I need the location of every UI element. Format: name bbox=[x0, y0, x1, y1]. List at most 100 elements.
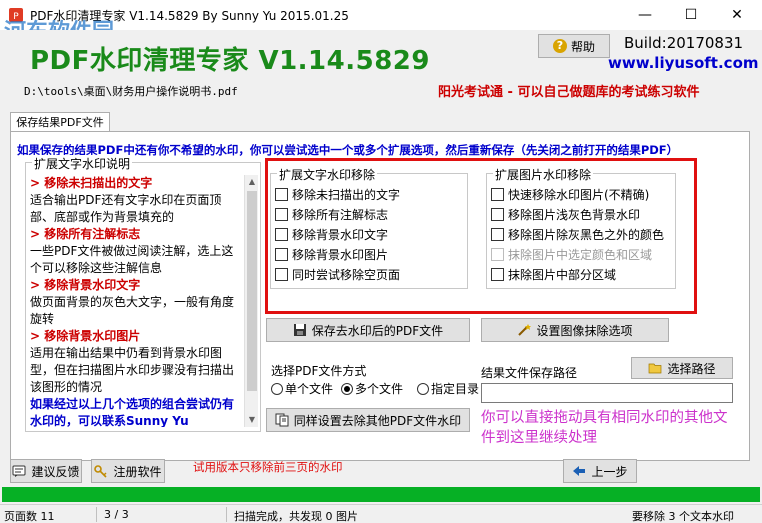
save-path-label: 结果文件保存路径 bbox=[481, 366, 578, 380]
text-removal-group: 扩展文字水印移除 移除未扫描出的文字 移除所有注解标志 移除背景水印文字 移除背景水印… bbox=[270, 166, 468, 289]
checkbox[interactable] bbox=[275, 208, 288, 221]
same-settings-button[interactable]: 同样设置去除其他PDF文件水印 bbox=[266, 408, 470, 432]
text-removal-option[interactable]: 移除背景水印图片 bbox=[275, 246, 388, 263]
text-removal-option[interactable]: 同时尝试移除空页面 bbox=[275, 266, 400, 283]
image-removal-option[interactable]: 抹除图片中部分区域 bbox=[491, 266, 616, 283]
image-removal-option-label: 移除图片浅灰色背景水印 bbox=[508, 208, 641, 222]
register-button[interactable]: 注册软件 bbox=[91, 459, 165, 483]
feedback-button[interactable]: 建议反馈 bbox=[10, 459, 82, 483]
checkbox[interactable] bbox=[275, 268, 288, 281]
promo-link[interactable]: 阳光考试通 - 可以自己做题库的考试练习软件 bbox=[438, 81, 699, 100]
feedback-label: 建议反馈 bbox=[31, 464, 80, 479]
status-bar: 页面数 11 3 / 3 扫描完成，共发现 0 图片 要移除 3 个文本水印 bbox=[0, 504, 762, 523]
text-removal-option[interactable]: 移除所有注解标志 bbox=[275, 206, 388, 223]
status-remove: 要移除 3 个文本水印 bbox=[632, 510, 734, 523]
checkbox[interactable] bbox=[491, 208, 504, 221]
pdf-mode-option[interactable]: 单个文件 bbox=[271, 380, 333, 397]
radio-button[interactable] bbox=[341, 382, 353, 395]
folder-icon bbox=[649, 363, 662, 374]
tab-save-result[interactable]: 保存结果PDF文件 bbox=[10, 112, 110, 132]
choose-path-label: 选择路径 bbox=[667, 361, 716, 376]
explain-legend: 扩展文字水印说明 bbox=[32, 155, 133, 172]
explain-scrollbar[interactable]: ▲ ▼ bbox=[244, 175, 258, 427]
checkbox[interactable] bbox=[275, 228, 288, 241]
feedback-icon bbox=[12, 465, 26, 477]
help-icon: ? bbox=[552, 39, 567, 53]
text-removal-option[interactable]: 移除背景水印文字 bbox=[275, 226, 388, 243]
status-scan: 扫描完成，共发现 0 图片 bbox=[234, 510, 358, 523]
text-removal-option-label: 移除背景水印图片 bbox=[292, 248, 389, 262]
save-path-input[interactable] bbox=[481, 383, 733, 403]
header: PDF水印清理专家 V1.14.5829 ? 帮助 Build:20170831… bbox=[0, 30, 762, 110]
image-removal-option-label: 移除图片除灰黑色之外的颜色 bbox=[508, 228, 665, 242]
explain-line: 如果经过以上几个选项的组合尝试仍有水印的，可以联系Sunny Yu bbox=[30, 397, 235, 427]
help-label: 帮助 bbox=[570, 39, 595, 54]
choose-path-button[interactable]: 选择路径 bbox=[631, 357, 733, 379]
website-link[interactable]: www.liyusoft.com bbox=[608, 54, 759, 72]
explain-line: 适合输出PDF还有文字水印在页面顶部、底部或作为背景填充的 bbox=[30, 193, 222, 224]
help-button[interactable]: ? 帮助 bbox=[538, 34, 610, 58]
image-removal-option: 抹除图片中选定颜色和区域 bbox=[491, 246, 652, 263]
scroll-down-icon[interactable]: ▼ bbox=[245, 413, 259, 427]
status-separator bbox=[96, 507, 97, 522]
image-removal-option-label: 抹除图片中选定颜色和区域 bbox=[508, 248, 653, 262]
register-label: 注册软件 bbox=[113, 464, 162, 479]
key-icon bbox=[94, 465, 108, 478]
text-removal-option-label: 移除所有注解标志 bbox=[292, 208, 389, 222]
pdf-mode-title: 选择PDF文件方式 bbox=[271, 364, 367, 378]
radio-button[interactable] bbox=[271, 382, 283, 395]
radio-button[interactable] bbox=[417, 382, 429, 395]
explain-textbox[interactable]: > 移除未扫描出的文字 适合输出PDF还有文字水印在页面顶部、底部或作为背景填充… bbox=[28, 175, 244, 427]
text-removal-option-label: 同时尝试移除空页面 bbox=[292, 268, 401, 282]
explain-line: > 移除所有注解标志 bbox=[30, 227, 141, 241]
checkbox[interactable] bbox=[491, 188, 504, 201]
image-erase-label: 设置图像抹除选项 bbox=[536, 323, 633, 338]
image-removal-option[interactable]: 快速移除水印图片(不精确) bbox=[491, 186, 649, 203]
image-removal-option[interactable]: 移除图片浅灰色背景水印 bbox=[491, 206, 640, 223]
checkbox[interactable] bbox=[275, 248, 288, 261]
status-pages: 页面数 11 bbox=[4, 510, 55, 523]
checkbox[interactable] bbox=[275, 188, 288, 201]
app-title: PDF水印清理专家 V1.14.5829 bbox=[30, 46, 430, 76]
maximize-button[interactable]: ☐ bbox=[668, 0, 714, 30]
save-icon bbox=[293, 324, 306, 336]
text-removal-option-label: 移除未扫描出的文字 bbox=[292, 188, 401, 202]
extended-options-highlight: 扩展文字水印移除 移除未扫描出的文字 移除所有注解标志 移除背景水印文字 移除背景水印… bbox=[265, 158, 697, 314]
pdf-mode-option[interactable]: 多个文件 bbox=[341, 380, 403, 397]
pdf-mode-option-label: 指定目录 bbox=[431, 382, 480, 396]
image-erase-settings-button[interactable]: 设置图像抹除选项 bbox=[481, 318, 669, 342]
status-page-pos: 3 / 3 bbox=[104, 508, 129, 521]
save-pdf-label: 保存去水印后的PDF文件 bbox=[311, 323, 444, 338]
tab-panel: 如果保存的结果PDF中还有你不希望的水印，你可以尝试选中一个或多个扩展选项，然后… bbox=[10, 131, 750, 461]
pdf-mode-option[interactable]: 指定目录 bbox=[417, 380, 479, 397]
minimize-button[interactable]: — bbox=[622, 0, 668, 30]
save-pdf-button[interactable]: 保存去水印后的PDF文件 bbox=[266, 318, 470, 342]
explain-line: > 移除未扫描出的文字 bbox=[30, 176, 153, 190]
progress-bar bbox=[2, 487, 760, 502]
text-removal-option[interactable]: 移除未扫描出的文字 bbox=[275, 186, 400, 203]
back-arrow-icon bbox=[573, 466, 586, 476]
image-removal-option[interactable]: 移除图片除灰黑色之外的颜色 bbox=[491, 226, 664, 243]
trial-note: 试用版本只移除前三页的水印 bbox=[193, 460, 343, 474]
app-window: P PDF水印清理专家 V1.14.5829 By Sunny Yu 2015.… bbox=[0, 0, 762, 523]
checkbox[interactable] bbox=[491, 268, 504, 281]
image-removal-group: 扩展图片水印移除 快速移除水印图片(不精确) 移除图片浅灰色背景水印移除图片除灰黑… bbox=[486, 166, 676, 289]
explain-group: 扩展文字水印说明 > 移除未扫描出的文字 适合输出PDF还有文字水印在页面顶部、… bbox=[25, 155, 261, 432]
build-number: Build:20170831 bbox=[624, 34, 744, 52]
same-settings-label: 同样设置去除其他PDF文件水印 bbox=[293, 413, 462, 428]
explain-line: 适用在输出结果中仍看到背景水印图型，但在扫描图片水印步骤没有扫描出该图形的情况 bbox=[30, 346, 235, 394]
pdf-mode-option-label: 多个文件 bbox=[355, 382, 404, 396]
checkbox[interactable] bbox=[491, 228, 504, 241]
close-button[interactable]: ✕ bbox=[714, 0, 760, 30]
checkbox bbox=[491, 248, 504, 261]
magic-wand-icon bbox=[518, 324, 532, 336]
image-removal-legend: 扩展图片水印移除 bbox=[493, 166, 594, 183]
scroll-thumb[interactable] bbox=[247, 191, 257, 391]
scroll-up-icon[interactable]: ▲ bbox=[245, 175, 259, 189]
explain-line: 一些PDF文件被做过阅读注解，选上这个可以移除这些注解信息 bbox=[30, 244, 234, 275]
explain-line: 做页面背景的灰色大文字，一般有角度旋转 bbox=[30, 295, 235, 326]
file-path: D:\tools\桌面\财务用户操作说明书.pdf bbox=[24, 85, 238, 98]
pdf-mode-option-label: 单个文件 bbox=[285, 382, 334, 396]
explain-line: > 移除背景水印文字 bbox=[30, 278, 141, 292]
prev-step-button[interactable]: 上一步 bbox=[563, 459, 637, 483]
